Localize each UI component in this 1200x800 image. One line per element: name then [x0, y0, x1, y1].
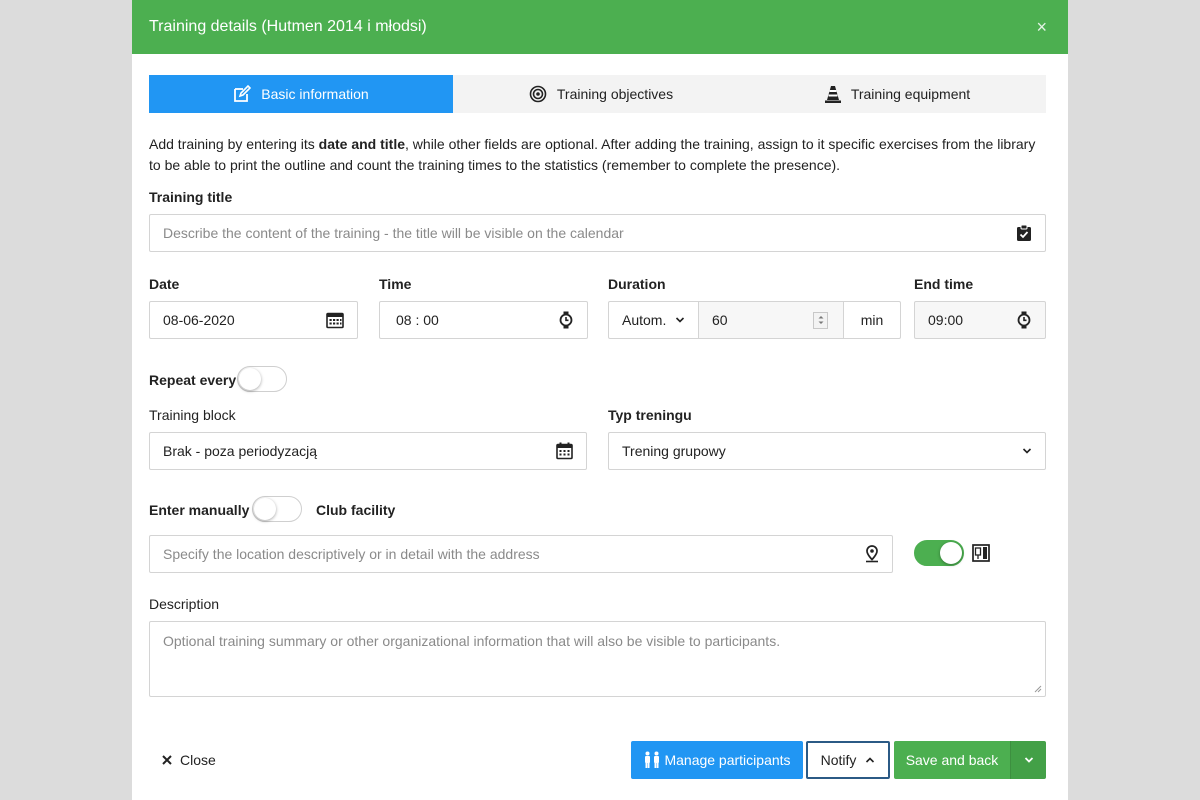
training-title-label: Training title [149, 189, 233, 205]
users-icon [643, 751, 661, 769]
modal-title: Training details (Hutmen 2014 i młodsi) [149, 18, 427, 35]
training-type-select[interactable]: Trening grupowy [608, 432, 1046, 470]
repeat-label: Repeat every [149, 372, 237, 388]
building-icon [972, 544, 990, 562]
tab-training-objectives[interactable]: Training objectives [453, 75, 749, 113]
notify-button[interactable]: Notify [806, 741, 890, 779]
save-and-back-button[interactable]: Save and back [894, 741, 1010, 779]
close-icon[interactable]: × [1036, 17, 1047, 38]
intro-text-bold: date and title [318, 136, 406, 152]
intro-text-part: Add training by entering its [149, 136, 319, 152]
description-placeholder: Optional training summary or other organ… [163, 633, 781, 649]
training-block-value: Brak - poza periodyzacją [163, 443, 318, 459]
intro-text: Add training by entering its date and ti… [149, 134, 1049, 176]
end-time-value: 09:00 [928, 312, 964, 328]
stopwatch-icon [1016, 311, 1032, 329]
enter-manually-label: Enter manually [149, 502, 250, 518]
chevron-down-icon [1022, 447, 1032, 455]
toggle-knob [239, 368, 261, 390]
duration-mode-select[interactable]: Autom. [608, 301, 699, 339]
description-label: Description [149, 596, 220, 612]
tab-training-equipment[interactable]: Training equipment [749, 75, 1046, 113]
location-input[interactable]: Specify the location descriptively or in… [149, 535, 893, 573]
calendar-icon[interactable] [326, 311, 344, 329]
close-icon [162, 755, 172, 765]
modal-header: Training details (Hutmen 2014 i młodsi) … [132, 0, 1068, 54]
club-facility-toggle[interactable] [914, 540, 964, 566]
duration-unit: min [843, 301, 901, 339]
end-time-input[interactable]: 09:00 [914, 301, 1046, 339]
manage-participants-button[interactable]: Manage participants [631, 741, 803, 779]
duration-label: Duration [608, 276, 666, 292]
repeat-toggle[interactable] [237, 366, 287, 392]
club-facility-label: Club facility [316, 502, 396, 518]
duration-input[interactable]: 60 [698, 301, 844, 339]
training-type-value: Trening grupowy [622, 443, 726, 459]
time-label: Time [379, 276, 412, 292]
tab-basic-information[interactable]: Basic information [149, 75, 453, 113]
toggle-knob [940, 542, 962, 564]
edit-icon [233, 85, 252, 103]
location-placeholder: Specify the location descriptively or in… [163, 546, 540, 562]
map-marker-icon [865, 545, 879, 563]
training-type-label: Typ treningu [608, 407, 692, 423]
cone-icon [824, 85, 841, 103]
tab-label: Training objectives [556, 86, 674, 102]
date-label: Date [149, 276, 180, 292]
save-and-back-label: Save and back [905, 752, 999, 768]
duration-unit-label: min [860, 312, 884, 328]
time-value: 08 : 00 [396, 312, 439, 328]
tab-label: Training equipment [850, 86, 971, 102]
training-title-input[interactable]: Describe the content of the training - t… [149, 214, 1046, 252]
close-button[interactable]: Close [162, 741, 222, 779]
target-icon [529, 85, 547, 103]
training-block-select[interactable]: Brak - poza periodyzacją [149, 432, 587, 470]
chevron-down-icon [1024, 756, 1034, 764]
duration-value: 60 [712, 312, 728, 328]
training-title-placeholder: Describe the content of the training - t… [163, 225, 624, 241]
number-stepper[interactable] [813, 311, 828, 329]
date-value: 08-06-2020 [163, 312, 235, 328]
description-textarea[interactable]: Optional training summary or other organ… [149, 621, 1046, 697]
chevron-down-icon [675, 316, 685, 324]
toggle-knob [254, 498, 276, 520]
date-input[interactable]: 08-06-2020 [149, 301, 358, 339]
time-input[interactable]: 08 : 00 [379, 301, 588, 339]
duration-mode-value: Autom. [622, 312, 667, 328]
tab-bar: Basic information Training objectives Tr… [149, 75, 1046, 113]
calendar-icon [556, 442, 573, 460]
stopwatch-icon[interactable] [558, 311, 574, 329]
manage-participants-label: Manage participants [664, 752, 791, 768]
training-block-label: Training block [149, 407, 236, 423]
enter-manually-toggle[interactable] [252, 496, 302, 522]
save-options-dropdown-button[interactable] [1010, 741, 1046, 779]
training-details-modal: Training details (Hutmen 2014 i młodsi) … [132, 0, 1068, 800]
close-button-label: Close [180, 752, 216, 768]
clipboard-check-icon [1016, 224, 1032, 242]
notify-label: Notify [820, 752, 857, 768]
chevron-up-icon [865, 756, 875, 764]
resize-handle-icon[interactable] [1034, 685, 1042, 693]
tab-label: Basic information [261, 86, 369, 102]
end-time-label: End time [914, 276, 974, 292]
